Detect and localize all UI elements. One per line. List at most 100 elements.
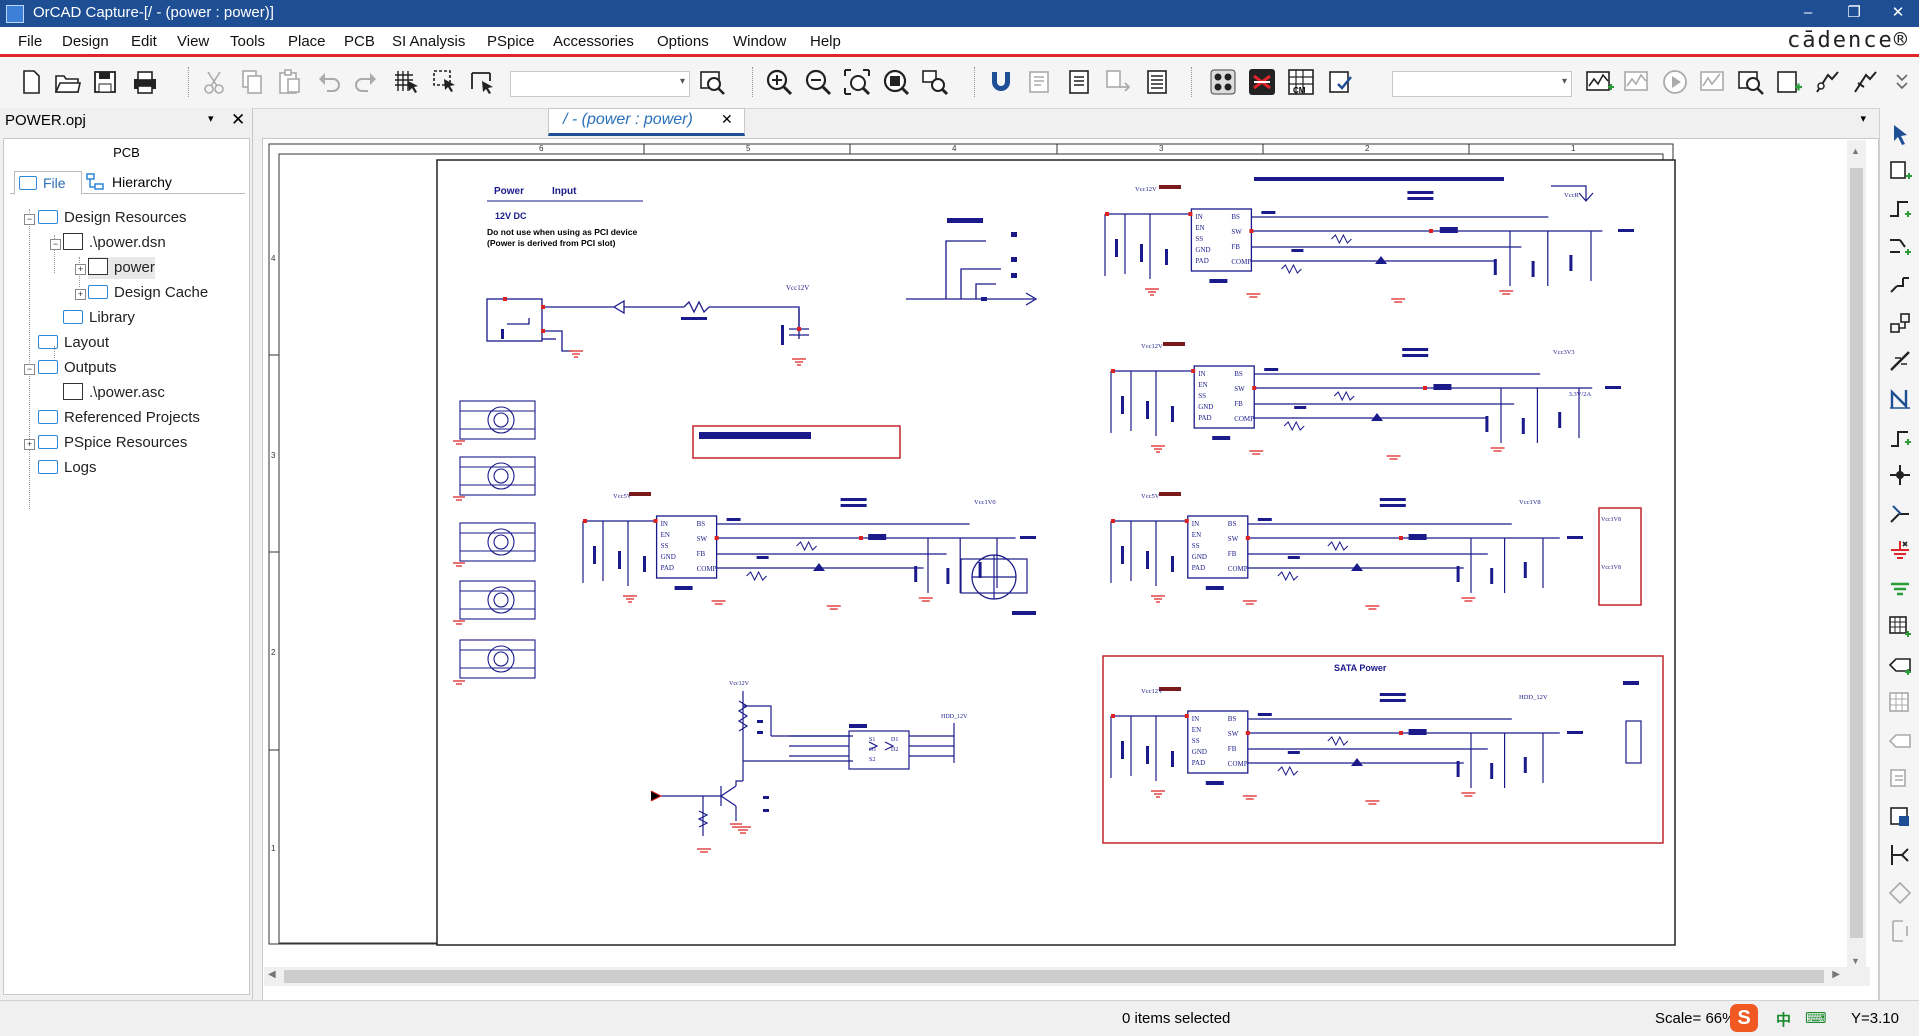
place-polyline-icon[interactable] [1887, 918, 1913, 944]
tree-item-logs[interactable]: Logs [38, 457, 97, 479]
menu-options[interactable]: Options [657, 33, 709, 50]
menu-view[interactable]: View [177, 33, 209, 50]
place-junction-icon[interactable] [1887, 462, 1913, 488]
zoom-area-icon[interactable] [842, 67, 872, 97]
menu-window[interactable]: Window [733, 33, 786, 50]
find-icon[interactable] [697, 67, 727, 97]
tree-item-pspice-resources[interactable]: PSpice Resources [38, 432, 187, 454]
menu-pcb[interactable]: PCB [344, 33, 375, 50]
restore-button[interactable]: ❐ [1836, 2, 1872, 24]
place-pin-array-icon[interactable] [1887, 804, 1913, 830]
cross-probe-icon[interactable] [1247, 67, 1277, 97]
pspice-run-icon[interactable] [1660, 67, 1690, 97]
undo-icon[interactable] [314, 67, 344, 97]
panel-menu-button[interactable]: ▾ [208, 112, 214, 125]
tree-item-library[interactable]: Library [63, 307, 135, 329]
menu-place[interactable]: Place [288, 33, 326, 50]
part-search-combo[interactable]: ▾ [510, 71, 690, 97]
cut-icon[interactable] [199, 67, 229, 97]
place-ieee-symbol-icon[interactable] [1887, 880, 1913, 906]
expand-toggle[interactable]: − [24, 214, 35, 225]
minimize-button[interactable]: – [1790, 2, 1826, 24]
expand-toggle[interactable]: − [50, 239, 61, 250]
ime-keyboard-icon[interactable]: ⌨ [1805, 1009, 1827, 1027]
place-pin-icon[interactable] [1887, 728, 1913, 754]
paste-icon[interactable] [274, 67, 304, 97]
sogou-ime-icon[interactable]: S [1730, 1004, 1758, 1032]
redo-icon[interactable] [351, 67, 381, 97]
schematic-canvas[interactable]: 6 5 4 3 2 1 4 3 2 1 Power Input 12V DC D… [262, 138, 1879, 1002]
scroll-right-icon[interactable]: ▶ [1832, 969, 1840, 980]
expand-toggle[interactable]: + [24, 439, 35, 450]
menu-design[interactable]: Design [62, 33, 109, 50]
pspice-marker-icon[interactable] [1774, 67, 1804, 97]
scroll-down-icon[interactable]: ▼ [1851, 956, 1860, 966]
place-net-alias-icon[interactable] [1887, 386, 1913, 412]
tab-power-schematic[interactable]: / - (power : power) ✕ [548, 108, 745, 136]
place-bookmark-icon[interactable] [1887, 842, 1913, 868]
save-icon[interactable] [90, 67, 120, 97]
place-bus-icon[interactable] [1887, 348, 1913, 374]
pspice-new-profile-icon[interactable] [1584, 67, 1614, 97]
net-search-combo[interactable]: ▾ [1392, 71, 1572, 97]
place-bus-entry-icon[interactable] [1887, 424, 1913, 450]
place-no-connect-icon[interactable] [1887, 576, 1913, 602]
place-power-icon[interactable] [1887, 500, 1913, 526]
zoom-out-icon[interactable] [803, 67, 833, 97]
tree-item-design-cache[interactable]: Design Cache [88, 282, 208, 304]
auto-wire-icon[interactable] [1887, 234, 1913, 260]
tree-item-power-asc[interactable]: .\power.asc [63, 382, 165, 404]
tab-file[interactable]: File [14, 171, 82, 195]
select-grid-icon[interactable] [392, 67, 422, 97]
tree-item-outputs[interactable]: Outputs [38, 357, 117, 379]
tree-item-power-schematic[interactable]: power [88, 257, 155, 279]
ime-language-icon[interactable]: 中 [1776, 1009, 1791, 1030]
place-text-icon[interactable] [1887, 766, 1913, 792]
tab-hierarchy[interactable]: Hierarchy [86, 171, 196, 193]
select-wire-icon[interactable] [468, 67, 498, 97]
bom-icon[interactable] [1142, 67, 1172, 97]
zoom-in-icon[interactable] [764, 67, 794, 97]
menu-si-analysis[interactable]: SI Analysis [392, 33, 465, 50]
pspice-edit-profile-icon[interactable] [1622, 67, 1652, 97]
place-hier-port-icon[interactable] [1887, 652, 1913, 678]
tree-item-power-dsn[interactable]: .\power.dsn [63, 232, 166, 254]
tab-overflow-button[interactable]: ▾ [1860, 112, 1866, 125]
copy-icon[interactable] [237, 67, 267, 97]
expand-toggle[interactable]: + [75, 264, 86, 275]
place-hier-block-icon[interactable] [1887, 690, 1913, 716]
tree-item-referenced-projects[interactable]: Referenced Projects [38, 407, 200, 429]
create-netlist-icon[interactable] [1103, 67, 1133, 97]
menu-tools[interactable]: Tools [230, 33, 265, 50]
back-annotate-icon[interactable] [1025, 67, 1055, 97]
drc-icon[interactable] [1064, 67, 1094, 97]
auto-connect-icon[interactable] [1887, 272, 1913, 298]
vertical-scroll-thumb[interactable] [1850, 168, 1863, 938]
place-net-group-icon[interactable] [1887, 310, 1913, 336]
print-icon[interactable] [130, 67, 160, 97]
check-list-icon[interactable] [1326, 67, 1356, 97]
doc-tab-close-button[interactable]: ✕ [721, 111, 733, 128]
pspice-results-icon[interactable] [1698, 67, 1728, 97]
horizontal-scrollbar[interactable]: ◀ ▶ [264, 967, 1870, 986]
select-arrow-icon[interactable] [1887, 122, 1913, 148]
toolbar-overflow-icon[interactable] [1888, 67, 1908, 97]
place-part-icon[interactable] [1887, 158, 1913, 184]
expand-toggle[interactable]: − [24, 364, 35, 375]
zoom-select-icon[interactable] [920, 67, 950, 97]
menu-accessories[interactable]: Accessories [553, 33, 634, 50]
annotate-icon[interactable] [986, 67, 1016, 97]
panel-close-button[interactable]: ✕ [231, 110, 245, 130]
scroll-left-icon[interactable]: ◀ [268, 969, 276, 980]
constraint-manager-icon[interactable]: CM [1286, 67, 1316, 97]
menu-help[interactable]: Help [810, 33, 841, 50]
current-marker-icon[interactable] [1850, 67, 1880, 97]
open-folder-icon[interactable] [52, 67, 82, 97]
place-wire-icon[interactable] [1887, 196, 1913, 222]
tree-item-design-resources[interactable]: Design Resources [38, 207, 187, 229]
pspice-zoom-icon[interactable] [1736, 67, 1766, 97]
place-ground-icon[interactable] [1887, 538, 1913, 564]
close-button[interactable]: ✕ [1880, 2, 1916, 24]
menu-file[interactable]: File [18, 33, 42, 50]
horizontal-scroll-thumb[interactable] [284, 970, 1824, 983]
